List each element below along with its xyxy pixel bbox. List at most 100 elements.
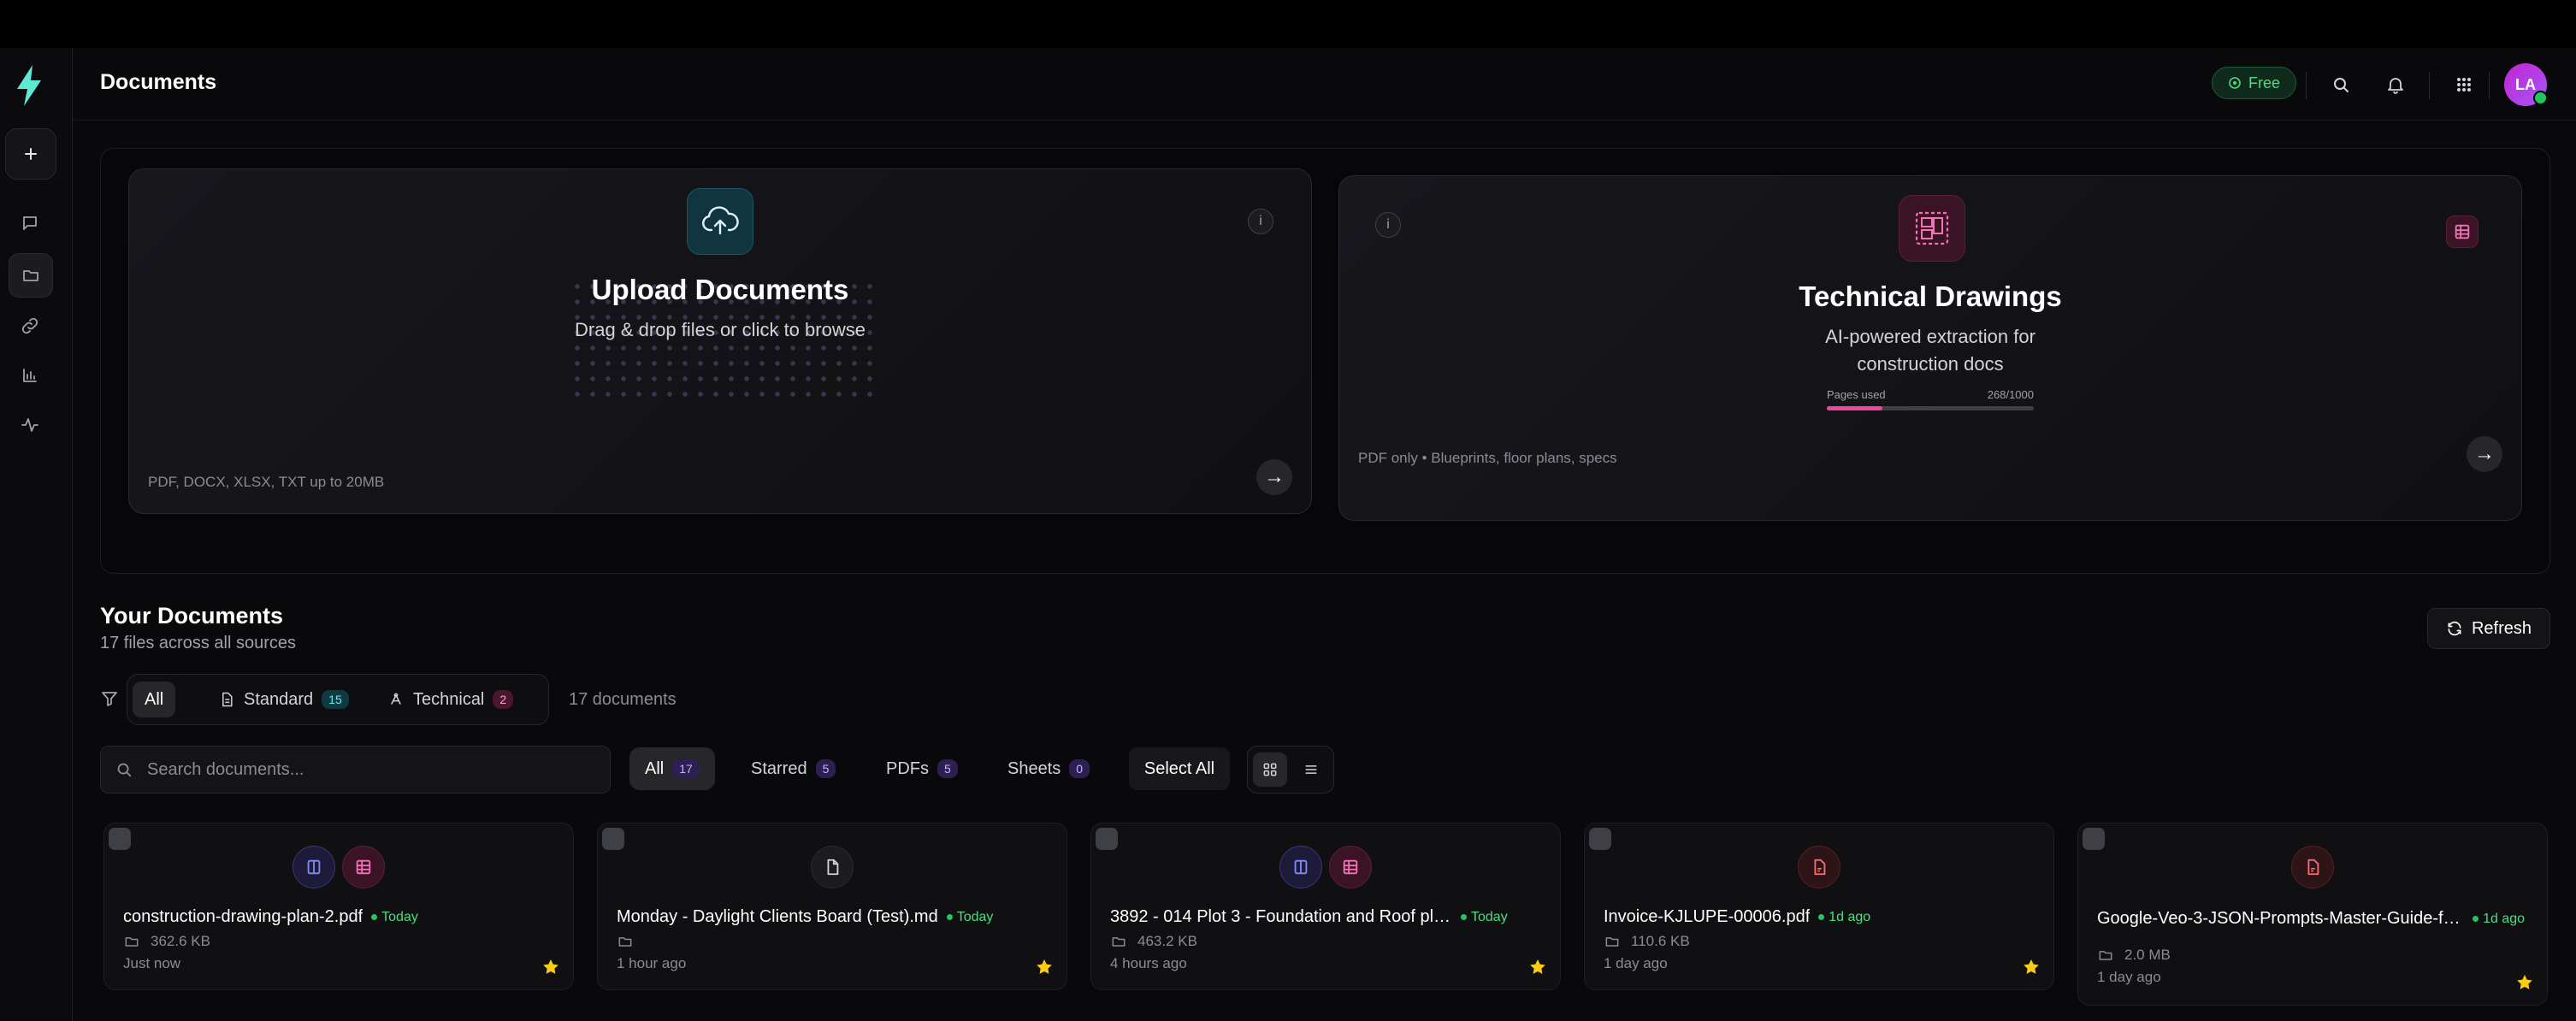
search-input[interactable] — [145, 758, 594, 781]
bell-icon — [2388, 78, 2403, 94]
grid-apps-icon — [2457, 78, 2471, 91]
star-icon[interactable] — [1527, 957, 1548, 977]
document-count: 17 documents — [569, 690, 676, 709]
file-size: 2.0 MB — [2124, 947, 2171, 963]
quota-track — [1827, 406, 2034, 410]
sidebar-item-chat[interactable] — [9, 202, 51, 245]
tech-info-button[interactable]: i — [1375, 212, 1401, 238]
quota-value: 268/1000 — [1987, 388, 2034, 401]
search-box[interactable] — [100, 746, 611, 794]
technical-drawings-card[interactable]: i Technical Drawings AI-powered extracti… — [1338, 175, 2522, 521]
section-subtitle: 17 files across all sources — [100, 634, 296, 652]
view-toggle — [1247, 746, 1334, 794]
document-name: construction-drawing-plan-2.pdf — [123, 907, 363, 926]
notifications-button[interactable] — [2381, 70, 2410, 99]
filter-icon — [102, 692, 117, 706]
uploaded-time: 1 hour ago — [617, 955, 687, 971]
recency-badge: Today — [1461, 910, 1508, 925]
source-filter: All Standard 15 Technical 2 — [127, 674, 549, 725]
type-filter-sheets-label: Sheets — [1007, 758, 1061, 778]
search-button[interactable] — [2326, 70, 2355, 99]
user-avatar[interactable]: LA — [2504, 63, 2548, 106]
tech-card-footer: PDF only • Blueprints, floor plans, spec… — [1358, 450, 1617, 466]
document-name: Google-Veo-3-JSON-Prompts-Master-Guide-f… — [2097, 909, 2465, 928]
sidebar-item-documents[interactable] — [9, 253, 53, 298]
avatar-initials: LA — [2515, 75, 2536, 93]
plan-badge[interactable]: Free — [2212, 67, 2297, 99]
section-title: Your Documents — [100, 603, 284, 629]
tech-card-title: Technical Drawings — [1799, 280, 2062, 312]
search-icon — [117, 763, 132, 777]
type-filter-pdfs-label: PDFs — [886, 758, 929, 778]
select-all-button[interactable]: Select All — [1129, 747, 1230, 790]
table-icon — [1329, 846, 1372, 888]
table-grid-icon — [2446, 215, 2479, 248]
list-view-button[interactable] — [1294, 752, 1328, 787]
source-filter-standard-label: Standard — [244, 689, 314, 709]
type-filter-all[interactable]: All 17 — [629, 747, 715, 790]
quota-fill — [1827, 406, 1882, 410]
upload-documents-card[interactable]: i Upload Documents Drag & drop files or … — [128, 168, 1312, 514]
search-icon — [2334, 78, 2349, 92]
drawing-icon — [1279, 846, 1322, 888]
cloud-upload-icon — [687, 188, 753, 255]
type-filter-starred[interactable]: Starred 5 — [736, 747, 851, 790]
pages-used-meter: Pages used 268/1000 — [1827, 388, 2034, 410]
plan-badge-label: Free — [2248, 74, 2281, 91]
pdf-icon — [2291, 846, 2334, 888]
sidebar-item-analytics[interactable] — [9, 354, 51, 397]
file-size: 110.6 KB — [1631, 933, 1690, 949]
source-filter-all-label: All — [145, 689, 164, 709]
technical-count-badge: 2 — [493, 690, 514, 709]
sidebar-item-links[interactable] — [9, 304, 51, 347]
grid-view-button[interactable] — [1253, 752, 1287, 787]
header-divider — [2429, 72, 2430, 99]
source-filter-all[interactable]: All — [133, 682, 176, 717]
upload-card-footer: PDF, DOCX, XLSX, TXT up to 20MB — [148, 474, 385, 490]
document-card[interactable]: Google-Veo-3-JSON-Prompts-Master-Guide-f… — [2077, 823, 2548, 1006]
lightning-logo-icon[interactable] — [12, 63, 46, 108]
folder-icon — [1605, 937, 1619, 947]
all-count-badge: 17 — [672, 759, 700, 778]
star-icon[interactable] — [2514, 972, 2535, 993]
activity-icon — [21, 418, 38, 432]
document-name: Monday - Daylight Clients Board (Test).m… — [617, 907, 938, 926]
star-icon[interactable] — [1034, 957, 1055, 977]
pdfs-count-badge: 5 — [937, 759, 958, 778]
folder-icon — [2099, 951, 2112, 960]
new-button[interactable] — [5, 128, 56, 180]
document-card[interactable]: 3892 - 014 Plot 3 - Foundation and Roof … — [1090, 823, 1561, 990]
recency-badge: Today — [947, 910, 994, 925]
document-card[interactable]: construction-drawing-plan-2.pdf Today 362… — [103, 823, 574, 990]
document-card[interactable]: Invoice-KJLUPE-00006.pdf 1d ago 110.6 KB … — [1584, 823, 2054, 990]
star-icon[interactable] — [541, 957, 561, 977]
type-filter-pdfs[interactable]: PDFs 5 — [871, 747, 973, 790]
sidebar-rail — [0, 48, 73, 1021]
apps-button[interactable] — [2449, 70, 2479, 99]
refresh-button[interactable]: Refresh — [2427, 608, 2550, 649]
plus-icon — [25, 148, 37, 160]
upload-info-button[interactable]: i — [1248, 209, 1273, 234]
recency-badge: 1d ago — [2473, 912, 2525, 927]
folder-icon — [1112, 937, 1126, 947]
source-filter-standard[interactable]: Standard 15 — [206, 682, 361, 717]
drawing-icon — [292, 846, 335, 888]
source-filter-technical-label: Technical — [413, 689, 485, 709]
sheets-count-badge: 0 — [1069, 759, 1090, 778]
bar-chart-icon — [23, 369, 37, 382]
folder-icon — [23, 270, 38, 281]
top-header: Documents Free LA — [72, 48, 2576, 121]
document-name: Invoice-KJLUPE-00006.pdf — [1604, 907, 1811, 926]
upload-arrow-button[interactable]: → — [1256, 459, 1292, 495]
uploaded-time: 1 day ago — [1604, 955, 1668, 971]
header-divider — [2489, 72, 2490, 99]
type-filter-sheets[interactable]: Sheets 0 — [992, 747, 1105, 790]
source-filter-technical[interactable]: Technical 2 — [375, 682, 525, 717]
grid-view-icon — [1263, 763, 1277, 776]
tech-arrow-button[interactable]: → — [2467, 436, 2502, 472]
document-card[interactable]: Monday - Daylight Clients Board (Test).m… — [597, 823, 1067, 990]
document-icon — [222, 692, 233, 707]
sidebar-item-activity[interactable] — [9, 404, 51, 446]
star-icon[interactable] — [2021, 957, 2041, 977]
tech-card-description: AI-powered extraction for construction d… — [1825, 326, 2035, 375]
